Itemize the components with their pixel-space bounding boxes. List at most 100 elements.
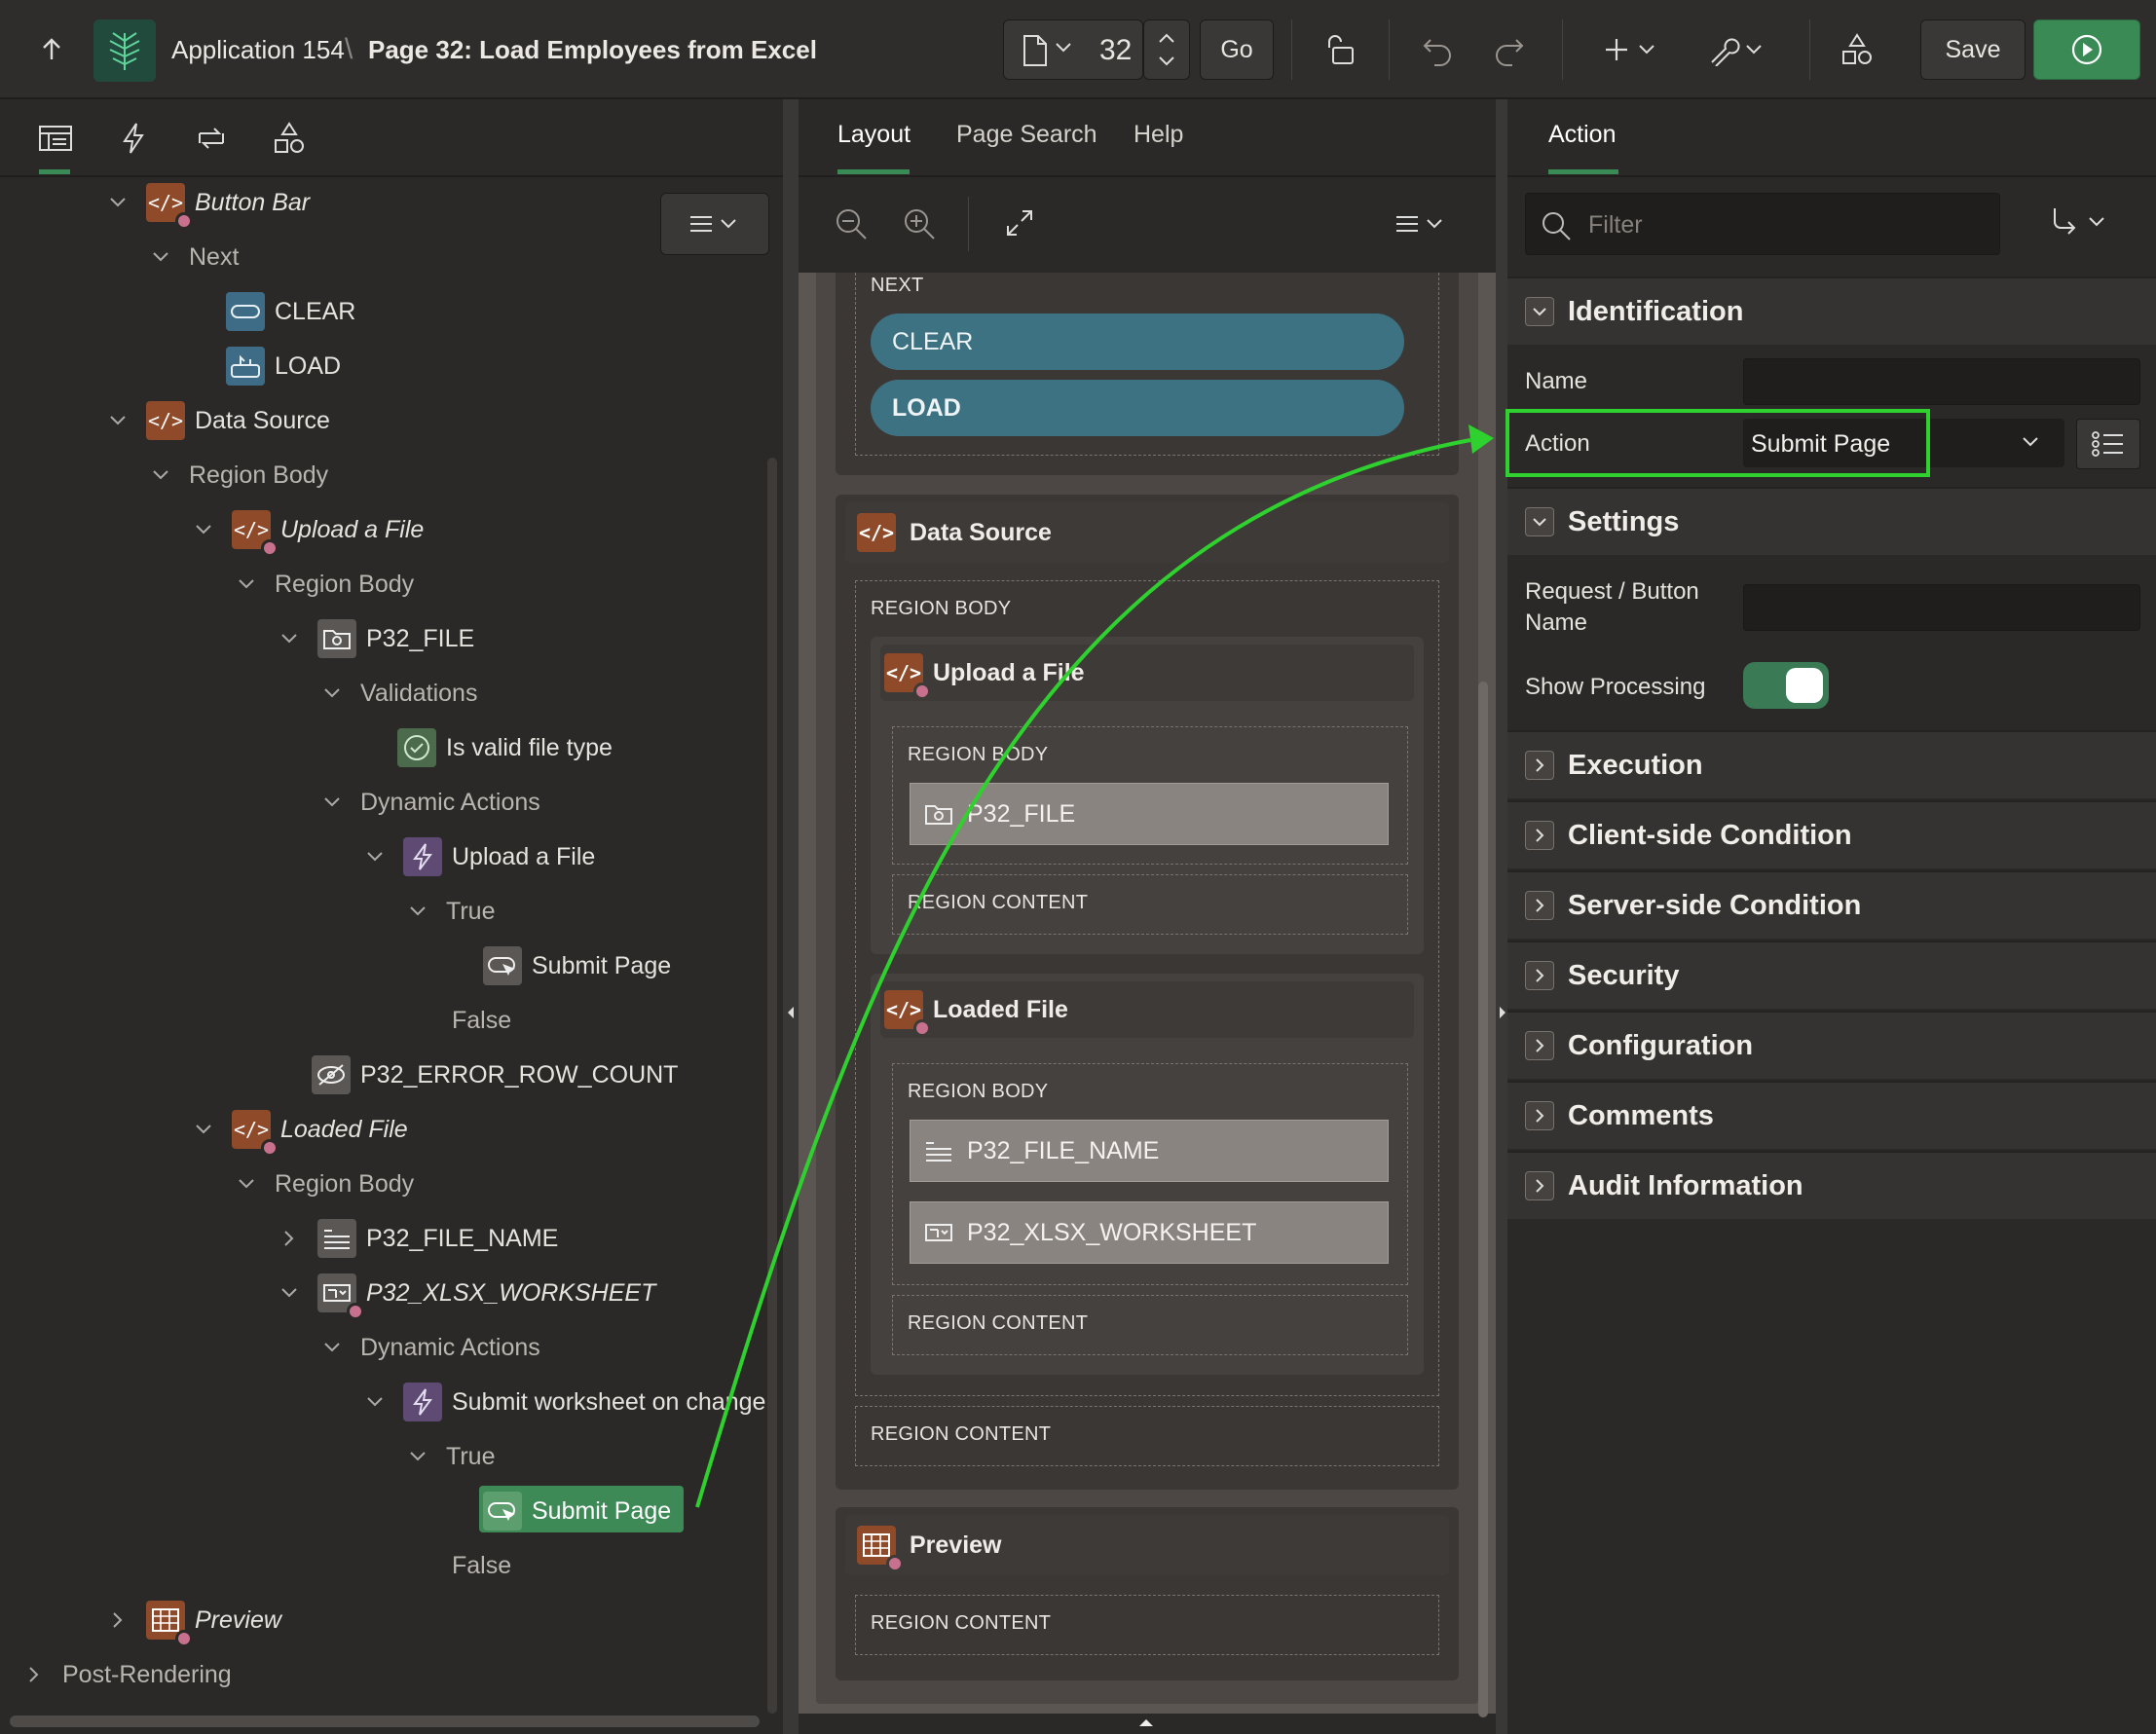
- tree-node-preview[interactable]: Preview: [103, 1593, 281, 1647]
- section-settings[interactable]: Settings: [1507, 487, 2156, 555]
- page-selector[interactable]: 32: [1003, 19, 1143, 80]
- p32-xlsx-worksheet-field[interactable]: P32_XLSX_WORKSHEET: [910, 1201, 1389, 1264]
- shared-components-tab-icon[interactable]: [261, 117, 317, 160]
- tree-node-file-name[interactable]: P32_FILE_NAME: [275, 1211, 558, 1266]
- tree-node-error-row-count[interactable]: P32_ERROR_ROW_COUNT: [312, 1048, 678, 1102]
- tree-node-data-source[interactable]: </> Data Source: [103, 393, 330, 448]
- tab-help[interactable]: Help: [1134, 121, 1183, 149]
- upload-file-header[interactable]: </> Upload a File: [880, 645, 1414, 701]
- show-processing-toggle[interactable]: [1743, 662, 1829, 709]
- chevron-right-icon[interactable]: [1525, 751, 1554, 780]
- clear-button-preview[interactable]: CLEAR: [871, 314, 1404, 370]
- lock-icon[interactable]: [1311, 19, 1371, 80]
- chevron-right-icon[interactable]: [1525, 1101, 1554, 1130]
- chevron-down-icon[interactable]: [146, 251, 175, 263]
- chevron-down-icon[interactable]: [275, 1287, 304, 1299]
- undo-icon[interactable]: [1408, 19, 1468, 80]
- section-server-side-condition[interactable]: Server-side Condition: [1507, 870, 2156, 939]
- p32-file-field[interactable]: P32_FILE: [910, 783, 1389, 845]
- chevron-down-icon[interactable]: [189, 524, 218, 535]
- tree-node-region-body[interactable]: Region Body: [232, 1157, 414, 1211]
- tree-node-xlsx-worksheet[interactable]: P32_XLSX_WORKSHEET: [275, 1266, 655, 1320]
- tree-node-false[interactable]: False: [452, 993, 511, 1048]
- section-comments[interactable]: Comments: [1507, 1081, 2156, 1149]
- section-client-side-condition[interactable]: Client-side Condition: [1507, 800, 2156, 868]
- tree-node-is-valid-file-type[interactable]: Is valid file type: [397, 720, 613, 775]
- chevron-down-icon[interactable]: [360, 851, 390, 863]
- chevron-down-icon[interactable]: [1525, 507, 1554, 536]
- chevron-down-icon[interactable]: [275, 633, 304, 645]
- tree-node-upload-a-file[interactable]: </> Upload a File: [189, 502, 424, 557]
- chevron-right-icon[interactable]: [1525, 961, 1554, 990]
- tree-node-loaded-file[interactable]: </> Loaded File: [189, 1102, 408, 1157]
- scroll-up-arrow-icon[interactable]: [1137, 1717, 1155, 1727]
- page-number-input[interactable]: 32: [1099, 34, 1132, 67]
- tree-node-button-bar[interactable]: </> Button Bar: [103, 175, 310, 230]
- section-security[interactable]: Security: [1507, 941, 2156, 1009]
- layout-menu-icon[interactable]: [1394, 212, 1449, 236]
- tree-node-validations[interactable]: Validations: [317, 666, 477, 720]
- tree-node-dynamic-actions[interactable]: Dynamic Actions: [317, 1320, 540, 1375]
- go-to-group-icon[interactable]: [2049, 204, 2111, 243]
- tree-node-da-upload-a-file[interactable]: Upload a File: [360, 830, 595, 884]
- list-of-values-button[interactable]: [2076, 419, 2140, 469]
- section-audit-information[interactable]: Audit Information: [1507, 1151, 2156, 1219]
- section-execution[interactable]: Execution: [1507, 730, 2156, 798]
- run-page-button[interactable]: [2033, 19, 2140, 80]
- tree-node-post-rendering[interactable]: Post-Rendering: [19, 1647, 232, 1702]
- shared-components-icon[interactable]: [1827, 19, 1887, 80]
- chevron-down-icon[interactable]: [317, 796, 347, 808]
- chevron-right-icon[interactable]: [1525, 891, 1554, 920]
- tree-node-dynamic-actions[interactable]: Dynamic Actions: [317, 775, 540, 830]
- tree-node-clear[interactable]: CLEAR: [226, 284, 355, 339]
- save-button[interactable]: Save: [1920, 19, 2026, 80]
- wrench-icon[interactable]: [1698, 19, 1776, 80]
- chevron-right-icon[interactable]: [1525, 821, 1554, 850]
- p32-file-name-field[interactable]: P32_FILE_NAME: [910, 1120, 1389, 1182]
- tree-node-submit-page[interactable]: Submit Page: [483, 939, 671, 993]
- chevron-down-icon[interactable]: [103, 197, 132, 208]
- dynamic-actions-tab-icon[interactable]: [105, 117, 162, 160]
- chevron-down-icon[interactable]: [232, 578, 261, 590]
- redo-icon[interactable]: [1478, 19, 1539, 80]
- tree-node-submit-worksheet[interactable]: Submit worksheet on change: [360, 1375, 765, 1429]
- chevron-down-icon[interactable]: [317, 1342, 347, 1353]
- chevron-down-icon[interactable]: [146, 469, 175, 481]
- section-identification[interactable]: Identification: [1507, 277, 2156, 345]
- processing-tab-icon[interactable]: [183, 117, 240, 160]
- chevron-down-icon[interactable]: [403, 905, 432, 917]
- chevron-down-icon[interactable]: [360, 1396, 390, 1408]
- chevron-right-icon[interactable]: [275, 1230, 304, 1247]
- go-button[interactable]: Go: [1200, 19, 1274, 80]
- tab-page-search[interactable]: Page Search: [956, 121, 1097, 149]
- left-vertical-scrollbar[interactable]: [767, 458, 777, 1714]
- app-name[interactable]: Application 154: [171, 35, 345, 65]
- chevron-down-icon[interactable]: [1525, 297, 1554, 326]
- tree-menu-button[interactable]: [660, 193, 769, 255]
- layout-vertical-scrollbar[interactable]: [1478, 682, 1488, 1717]
- chevron-down-icon[interactable]: [103, 415, 132, 426]
- rendering-tab-icon[interactable]: [27, 117, 84, 160]
- chevron-down-icon[interactable]: [403, 1451, 432, 1462]
- tree-node-true[interactable]: True: [403, 1429, 495, 1484]
- up-arrow-icon[interactable]: [21, 19, 82, 80]
- request-button-name-input[interactable]: [1743, 584, 2140, 631]
- tab-action[interactable]: Action: [1548, 121, 1616, 149]
- loaded-file-header[interactable]: </> Loaded File: [880, 981, 1414, 1038]
- expand-icon[interactable]: [1005, 208, 1034, 238]
- tree-node-submit-page-selected[interactable]: Submit Page: [483, 1484, 671, 1538]
- tree-node-next[interactable]: Next: [146, 230, 239, 284]
- tab-layout[interactable]: Layout: [837, 121, 911, 149]
- chevron-right-icon[interactable]: [103, 1611, 132, 1629]
- chevron-down-icon[interactable]: [317, 687, 347, 699]
- tree-node-false[interactable]: False: [452, 1538, 511, 1593]
- name-input[interactable]: [1743, 358, 2140, 405]
- page-stepper[interactable]: [1143, 19, 1190, 80]
- create-menu-button[interactable]: [1593, 19, 1671, 80]
- tree-node-true[interactable]: True: [403, 884, 495, 939]
- left-horizontal-scrollbar[interactable]: [10, 1716, 760, 1727]
- chevron-down-icon[interactable]: [232, 1178, 261, 1190]
- chevron-right-icon[interactable]: [1525, 1031, 1554, 1060]
- right-splitter[interactable]: [1496, 99, 1507, 1734]
- tree-node-p32-file[interactable]: P32_FILE: [275, 611, 474, 666]
